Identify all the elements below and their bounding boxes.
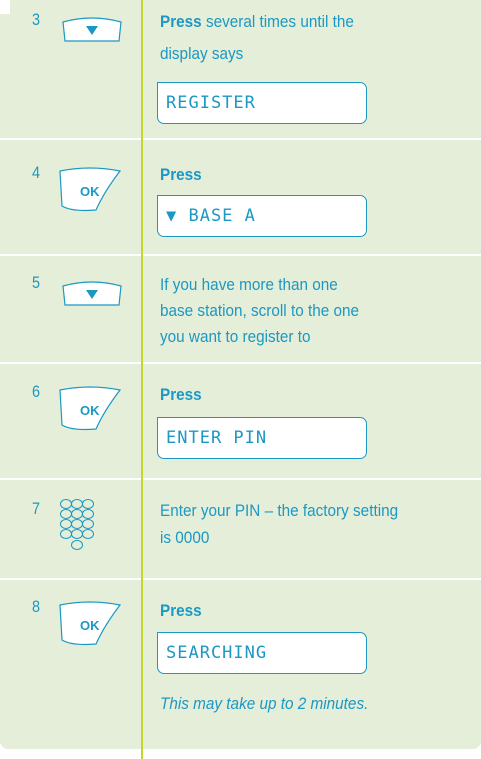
step-number: 8 <box>32 597 41 616</box>
display-readout: SEARCHING <box>157 632 367 674</box>
step-instruction-line: you want to register to <box>160 327 311 346</box>
panel-notch <box>0 0 10 14</box>
display-readout: ▼ BASE A <box>157 195 367 237</box>
ok-key-label: OK <box>80 618 100 633</box>
ok-key-icon: OK <box>58 166 122 212</box>
step-instruction-line: base station, scroll to the one <box>160 301 360 320</box>
step-number: 6 <box>32 382 41 401</box>
ok-key-icon: OK <box>58 385 122 431</box>
press-label: Press <box>160 385 202 404</box>
step-instruction-text: several times until the <box>201 12 354 31</box>
step-instruction: Press <box>160 383 448 407</box>
down-arrow-key-icon <box>62 278 122 306</box>
step-separator <box>0 362 481 364</box>
step-instruction-line: Enter your PIN – the factory setting <box>160 501 399 520</box>
step-number: 5 <box>32 273 41 292</box>
press-label: Press <box>160 601 202 620</box>
ok-key-label: OK <box>80 403 100 418</box>
step-number: 4 <box>32 163 41 182</box>
step-instruction: Press <box>160 599 448 623</box>
step-separator <box>0 138 481 140</box>
press-label: Press <box>160 12 202 31</box>
press-label: Press <box>160 165 202 184</box>
step-note: This may take up to 2 minutes. <box>160 692 448 716</box>
step-separator <box>0 478 481 480</box>
step-note-text: This may take up to 2 minutes. <box>160 694 369 713</box>
step-instruction-line: is 0000 <box>160 528 210 547</box>
step-instruction-line: display says <box>160 44 244 63</box>
step-separator <box>0 578 481 580</box>
step-number: 3 <box>32 10 41 29</box>
ok-key-icon: OK <box>58 600 122 646</box>
keypad-icon <box>59 498 95 552</box>
step-instruction: Press several times until the <box>160 10 448 34</box>
display-readout: REGISTER <box>157 82 367 124</box>
column-divider <box>141 0 143 759</box>
display-readout: ENTER PIN <box>157 417 367 459</box>
step-separator <box>0 254 481 256</box>
ok-key-label: OK <box>80 184 100 199</box>
step-instruction: Press <box>160 163 448 187</box>
step-instruction-line: If you have more than one <box>160 275 338 294</box>
step-number: 7 <box>32 499 41 518</box>
down-arrow-key-icon <box>62 14 122 42</box>
